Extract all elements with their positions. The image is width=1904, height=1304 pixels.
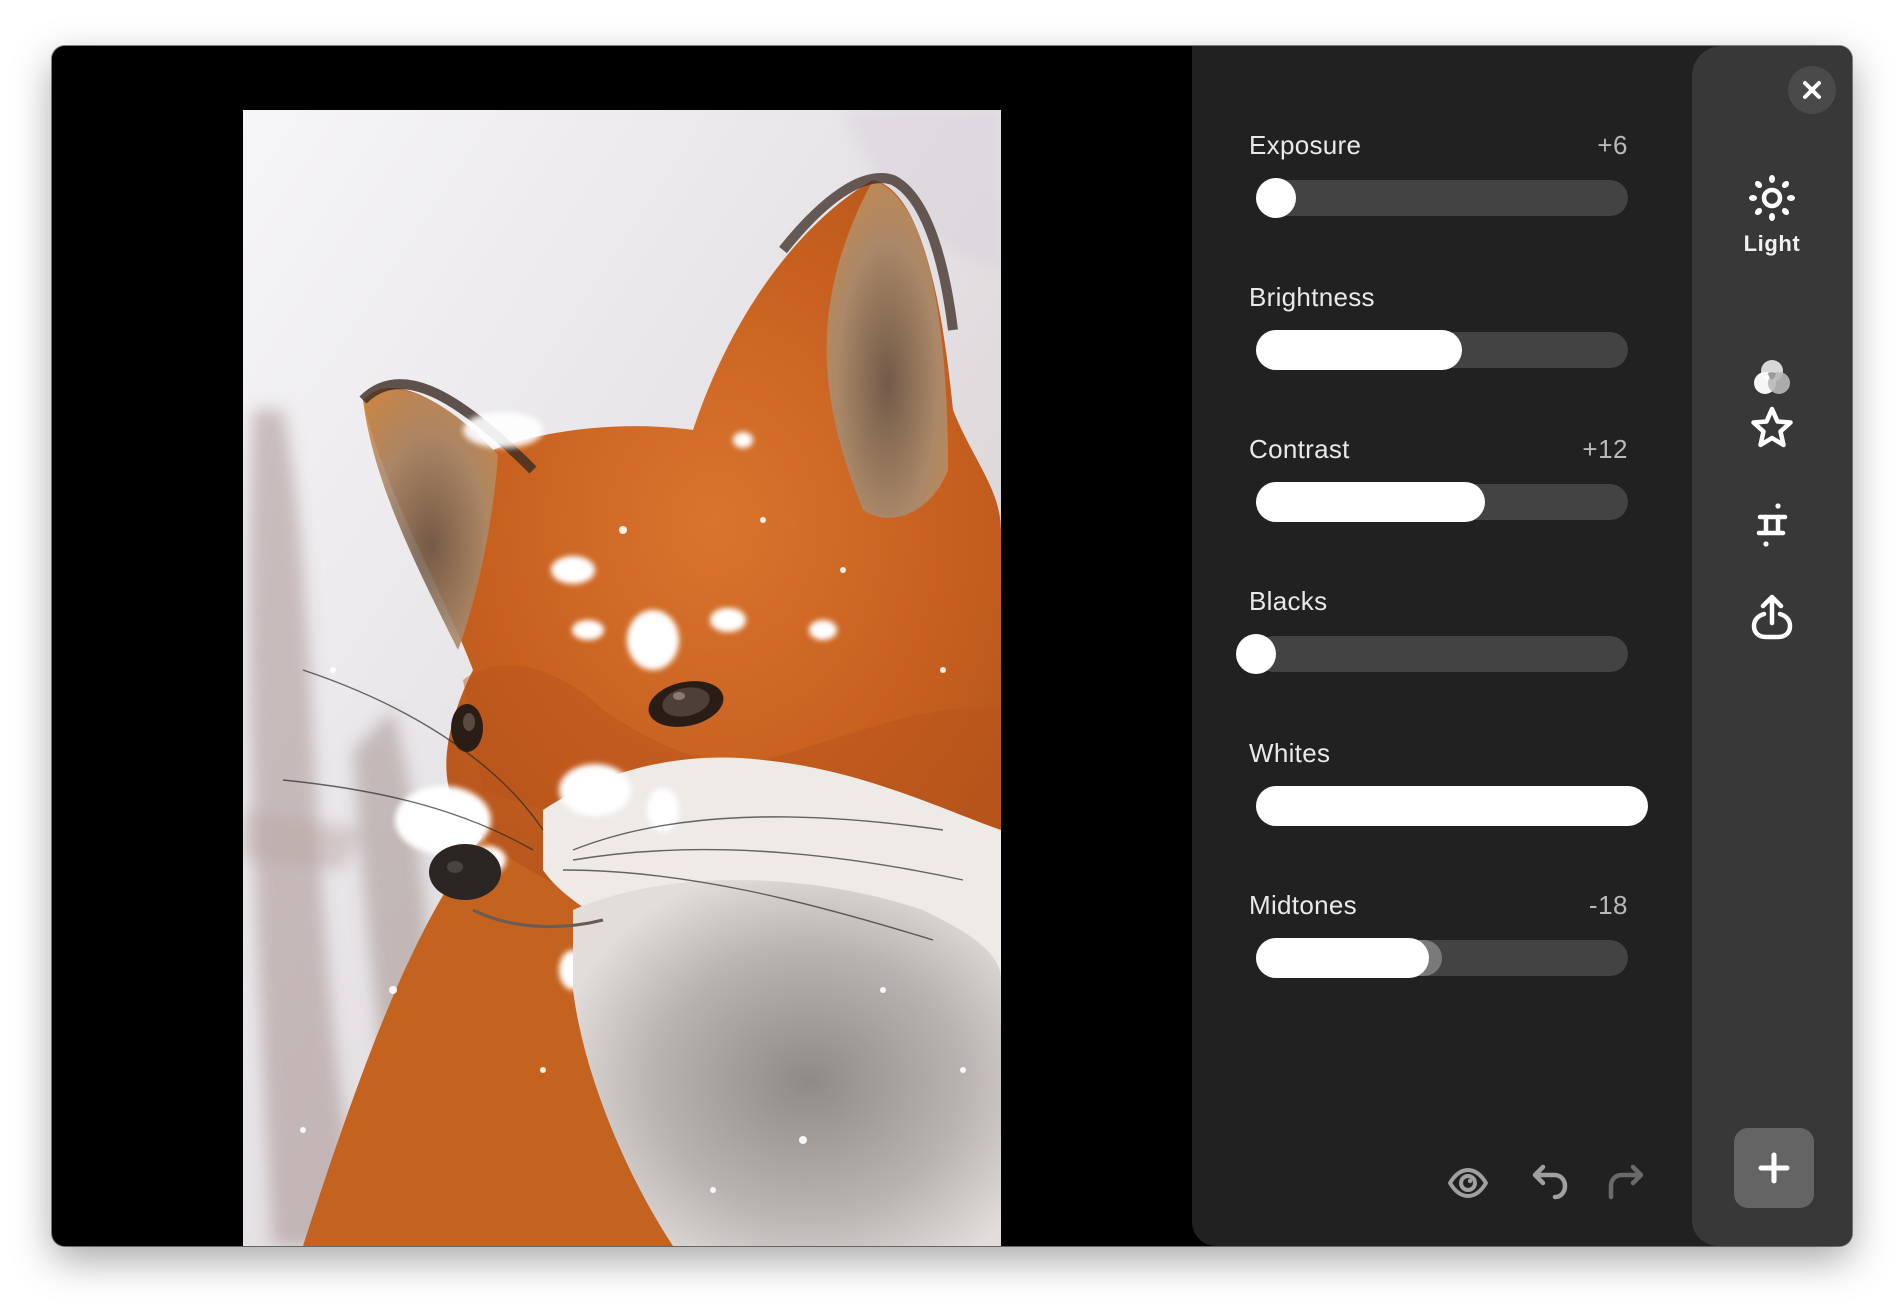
slider-label: Whites xyxy=(1249,738,1331,768)
slider-value: +12 xyxy=(1582,434,1628,464)
slider-label: Contrast xyxy=(1249,434,1350,464)
tool-effects[interactable] xyxy=(1692,403,1852,453)
tool-light-label: Light xyxy=(1743,231,1801,256)
tool-light[interactable]: Light xyxy=(1692,173,1852,257)
slider-label: Brightness xyxy=(1249,282,1375,312)
slider-label: Midtones xyxy=(1249,890,1357,920)
undo-icon xyxy=(1532,1164,1568,1200)
slider-fill-handle[interactable] xyxy=(1256,330,1462,370)
slider-track[interactable] xyxy=(1256,178,1628,218)
color-circles-icon xyxy=(1754,360,1790,394)
tool-color[interactable] xyxy=(1692,354,1852,404)
slider-label: Exposure xyxy=(1249,130,1362,160)
fox-photo-illustration xyxy=(243,110,1001,1246)
slider-brightness: Brightness xyxy=(1249,282,1649,422)
redo-button[interactable] xyxy=(1602,1159,1650,1207)
sun-icon xyxy=(1749,175,1795,221)
plus-icon xyxy=(1758,1152,1790,1184)
slider-track[interactable] xyxy=(1256,330,1628,370)
slider-value: -18 xyxy=(1588,890,1628,920)
close-icon xyxy=(1803,81,1821,99)
slider-track[interactable] xyxy=(1256,482,1628,522)
slider-track[interactable] xyxy=(1256,786,1648,826)
close-button[interactable] xyxy=(1788,66,1836,114)
crop-icon xyxy=(1756,503,1788,547)
share-icon xyxy=(1751,594,1793,640)
slider-value: +6 xyxy=(1597,130,1628,160)
tool-sidebar: Light xyxy=(1692,46,1852,1246)
slider-fill-handle[interactable] xyxy=(1256,938,1429,978)
star-icon xyxy=(1751,406,1793,448)
slider-contrast: Contrast +12 xyxy=(1249,434,1649,574)
slider-track[interactable] xyxy=(1256,938,1628,978)
slider-track[interactable] xyxy=(1236,634,1628,674)
slider-midtones: Midtones -18 xyxy=(1249,890,1649,1030)
eye-icon xyxy=(1448,1168,1488,1198)
slider-blacks: Blacks xyxy=(1236,586,1649,726)
slider-whites: Whites xyxy=(1249,738,1649,878)
photo-editor-window: Exposure +6 Brightness Contrast +12 Blacks Whi… xyxy=(52,46,1852,1246)
slider-thumb[interactable] xyxy=(1236,634,1276,674)
redo-icon xyxy=(1608,1164,1644,1200)
undo-button[interactable] xyxy=(1526,1159,1574,1207)
add-button[interactable] xyxy=(1734,1128,1814,1208)
tool-share[interactable] xyxy=(1692,593,1852,643)
slider-fill-handle[interactable] xyxy=(1256,786,1648,826)
preview-toggle-button[interactable] xyxy=(1444,1159,1492,1207)
slider-thumb[interactable] xyxy=(1256,178,1296,218)
canvas-area xyxy=(52,46,1192,1246)
history-actions xyxy=(1192,1159,1692,1209)
slider-label: Blacks xyxy=(1249,586,1328,616)
tool-crop[interactable] xyxy=(1692,500,1852,550)
slider-fill-handle[interactable] xyxy=(1256,482,1485,522)
slider-exposure: Exposure +6 xyxy=(1249,130,1649,270)
photo-preview[interactable] xyxy=(243,110,1001,1246)
